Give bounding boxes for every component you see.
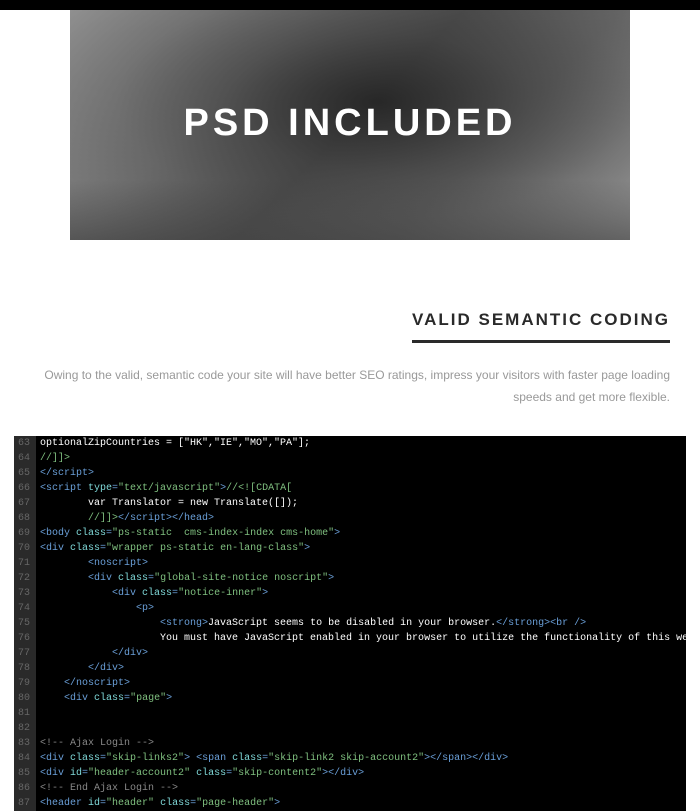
code-content: //]]> — [36, 451, 70, 466]
code-line: 85<div id="header-account2" class="skip-… — [14, 766, 686, 781]
code-line: 66<script type="text/javascript">//<![CD… — [14, 481, 686, 496]
code-content: var Translator = new Translate([]); — [36, 496, 298, 511]
line-number: 84 — [14, 751, 36, 766]
code-content: </div> — [36, 646, 148, 661]
line-number: 66 — [14, 481, 36, 496]
code-line: 71 <noscript> — [14, 556, 686, 571]
code-content: <script type="text/javascript">//<![CDAT… — [36, 481, 292, 496]
line-number: 68 — [14, 511, 36, 526]
code-block: 63optionalZipCountries = ["HK","IE","MO"… — [14, 436, 686, 811]
line-number: 71 — [14, 556, 36, 571]
line-number: 79 — [14, 676, 36, 691]
code-line: 70<div class="wrapper ps-static en-lang-… — [14, 541, 686, 556]
line-number: 82 — [14, 721, 36, 736]
line-number: 76 — [14, 631, 36, 646]
code-line: 69<body class="ps-static cms-index-index… — [14, 526, 686, 541]
line-number: 78 — [14, 661, 36, 676]
line-number: 69 — [14, 526, 36, 541]
code-content: <strong>JavaScript seems to be disabled … — [36, 616, 586, 631]
code-line: 63optionalZipCountries = ["HK","IE","MO"… — [14, 436, 686, 451]
line-number: 75 — [14, 616, 36, 631]
code-line: 83<!-- Ajax Login --> — [14, 736, 686, 751]
line-number: 64 — [14, 451, 36, 466]
line-number: 67 — [14, 496, 36, 511]
code-content — [36, 721, 64, 736]
code-line: 67 var Translator = new Translate([]); — [14, 496, 686, 511]
code-content: <!-- Ajax Login --> — [36, 736, 154, 751]
hero-image: PSD INCLUDED — [70, 10, 630, 240]
line-number: 63 — [14, 436, 36, 451]
code-content: </div> — [36, 661, 124, 676]
code-content: <div class="page"> — [36, 691, 172, 706]
line-number: 74 — [14, 601, 36, 616]
line-number: 65 — [14, 466, 36, 481]
code-line: 64//]]> — [14, 451, 686, 466]
code-content: //]]></script></head> — [36, 511, 214, 526]
code-line: 80 <div class="page"> — [14, 691, 686, 706]
code-content: You must have JavaScript enabled in your… — [36, 631, 700, 646]
code-line: 74 <p> — [14, 601, 686, 616]
code-content: <p> — [36, 601, 154, 616]
code-content: <div id="header-account2" class="skip-co… — [36, 766, 364, 781]
section-description: Owing to the valid, semantic code your s… — [0, 343, 700, 436]
line-number: 80 — [14, 691, 36, 706]
code-content: <div class="global-site-notice noscript"… — [36, 571, 334, 586]
code-line: 79 </noscript> — [14, 676, 686, 691]
code-line: 78 </div> — [14, 661, 686, 676]
code-line: 82 — [14, 721, 686, 736]
code-line: 65</script> — [14, 466, 686, 481]
code-line: 76 You must have JavaScript enabled in y… — [14, 631, 686, 646]
code-content: </noscript> — [36, 676, 130, 691]
top-bar — [0, 0, 700, 10]
code-line: 77 </div> — [14, 646, 686, 661]
code-line: 84<div class="skip-links2"> <span class=… — [14, 751, 686, 766]
section-heading: VALID SEMANTIC CODING — [412, 310, 670, 343]
code-content: optionalZipCountries = ["HK","IE","MO","… — [36, 436, 310, 451]
line-number: 77 — [14, 646, 36, 661]
line-number: 83 — [14, 736, 36, 751]
code-content — [36, 706, 40, 721]
line-number: 72 — [14, 571, 36, 586]
line-number: 70 — [14, 541, 36, 556]
line-number: 87 — [14, 796, 36, 811]
code-content: <div class="wrapper ps-static en-lang-cl… — [36, 541, 310, 556]
code-line: 72 <div class="global-site-notice noscri… — [14, 571, 686, 586]
code-content: <div class="notice-inner"> — [36, 586, 268, 601]
code-line: 68 //]]></script></head> — [14, 511, 686, 526]
code-content: <header id="header" class="page-header"> — [36, 796, 280, 811]
section-heading-wrap: VALID SEMANTIC CODING — [0, 240, 700, 343]
line-number: 85 — [14, 766, 36, 781]
code-content: <body class="ps-static cms-index-index c… — [36, 526, 340, 541]
line-number: 73 — [14, 586, 36, 601]
code-line: 73 <div class="notice-inner"> — [14, 586, 686, 601]
code-content: <div class="skip-links2"> <span class="s… — [36, 751, 508, 766]
line-number: 86 — [14, 781, 36, 796]
code-line: 87<header id="header" class="page-header… — [14, 796, 686, 811]
code-content: <noscript> — [36, 556, 148, 571]
code-content: </script> — [36, 466, 94, 481]
code-line: 86<!-- End Ajax Login --> — [14, 781, 686, 796]
hero-title: PSD INCLUDED — [183, 102, 516, 145]
line-number: 81 — [14, 706, 36, 721]
code-line: 75 <strong>JavaScript seems to be disabl… — [14, 616, 686, 631]
code-content: <!-- End Ajax Login --> — [36, 781, 178, 796]
code-line: 81 — [14, 706, 686, 721]
